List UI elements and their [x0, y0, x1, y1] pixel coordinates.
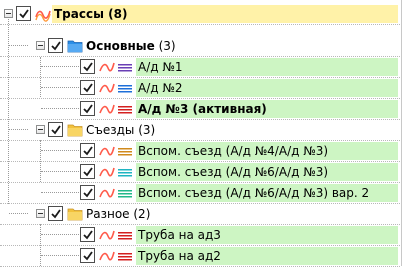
- tree-node-route[interactable]: Вспом. съезд (А/д №4/А/д №3): [0, 141, 400, 162]
- tree-node-route[interactable]: Вспом. съезд (А/д №6/А/д №3): [0, 162, 400, 183]
- route-label: Вспом. съезд (А/д №6/А/д №3): [138, 165, 329, 179]
- layers-tree-panel: Трассы (8) Основные (3) А/д №1 А/д №2 А/…: [0, 0, 402, 267]
- tree-node-group[interactable]: Разное (2): [0, 204, 400, 225]
- group-name: Основные: [86, 39, 155, 53]
- layer-visibility-checkbox[interactable]: [48, 122, 63, 137]
- root-label: Трассы (8): [54, 7, 128, 21]
- tree-node-route[interactable]: Вспом. съезд (А/д №6/А/д №3) вар. 2: [0, 183, 400, 204]
- line-style-red-icon: [117, 248, 133, 264]
- layer-visibility-checkbox[interactable]: [48, 38, 63, 53]
- tree-node-route[interactable]: Труба на ад2: [0, 246, 400, 267]
- folder-blue-icon: [67, 38, 83, 54]
- route-label: Труба на ад2: [138, 249, 221, 263]
- collapse-toggle[interactable]: [4, 9, 13, 18]
- line-style-blue-icon: [117, 80, 133, 96]
- tree-node-group[interactable]: Съезды (3): [0, 120, 400, 141]
- tree-node-route[interactable]: Труба на ад3: [0, 225, 400, 246]
- route-label: А/д №2: [138, 81, 183, 95]
- folder-yellow-icon: [67, 122, 83, 138]
- route-label: Вспом. съезд (А/д №4/А/д №3): [138, 144, 329, 158]
- route-curve-icon: [99, 227, 115, 243]
- route-label: Вспом. съезд (А/д №6/А/д №3) вар. 2: [138, 186, 370, 200]
- layer-visibility-checkbox[interactable]: [80, 59, 95, 74]
- layer-visibility-checkbox[interactable]: [80, 164, 95, 179]
- group-count: (2): [133, 207, 151, 221]
- route-curve-icon: [99, 59, 115, 75]
- route-curve-icon: [99, 143, 115, 159]
- route-curve-icon: [99, 164, 115, 180]
- route-label: А/д №1: [138, 60, 183, 74]
- line-style-cyan-icon: [117, 164, 133, 180]
- route-curve-icon: [99, 185, 115, 201]
- folder-yellow-icon: [67, 206, 83, 222]
- line-style-teal-icon: [117, 185, 133, 201]
- layer-visibility-checkbox[interactable]: [80, 80, 95, 95]
- collapse-toggle[interactable]: [36, 125, 45, 134]
- route-icon: [35, 6, 51, 22]
- tree-node-route[interactable]: А/д №2: [0, 78, 400, 99]
- route-curve-icon: [99, 80, 115, 96]
- layer-visibility-checkbox[interactable]: [80, 185, 95, 200]
- tree-node-route[interactable]: А/д №1: [0, 57, 400, 78]
- collapse-toggle[interactable]: [36, 209, 45, 218]
- layer-visibility-checkbox[interactable]: [48, 206, 63, 221]
- tree-node-route-active[interactable]: А/д №3 (активная): [0, 99, 400, 120]
- layer-visibility-checkbox[interactable]: [80, 248, 95, 263]
- layer-visibility-checkbox[interactable]: [16, 6, 31, 21]
- line-style-orange-icon: [117, 143, 133, 159]
- group-count: (3): [158, 39, 176, 53]
- tree-node-group[interactable]: Основные (3): [0, 36, 400, 57]
- group-name: Разное: [86, 207, 130, 221]
- route-label: А/д №3 (активная): [138, 102, 267, 116]
- line-style-red-icon: [117, 101, 133, 117]
- layer-visibility-checkbox[interactable]: [80, 101, 95, 116]
- group-count: (3): [138, 123, 156, 137]
- layer-visibility-checkbox[interactable]: [80, 143, 95, 158]
- line-style-purple-icon: [117, 59, 133, 75]
- route-curve-icon: [99, 101, 115, 117]
- line-style-red-icon: [117, 227, 133, 243]
- tree-node-root[interactable]: Трассы (8): [0, 4, 400, 25]
- layer-visibility-checkbox[interactable]: [80, 227, 95, 242]
- collapse-toggle[interactable]: [36, 41, 45, 50]
- route-curve-icon: [99, 248, 115, 264]
- route-label: Труба на ад3: [138, 228, 221, 242]
- group-name: Съезды: [86, 123, 135, 137]
